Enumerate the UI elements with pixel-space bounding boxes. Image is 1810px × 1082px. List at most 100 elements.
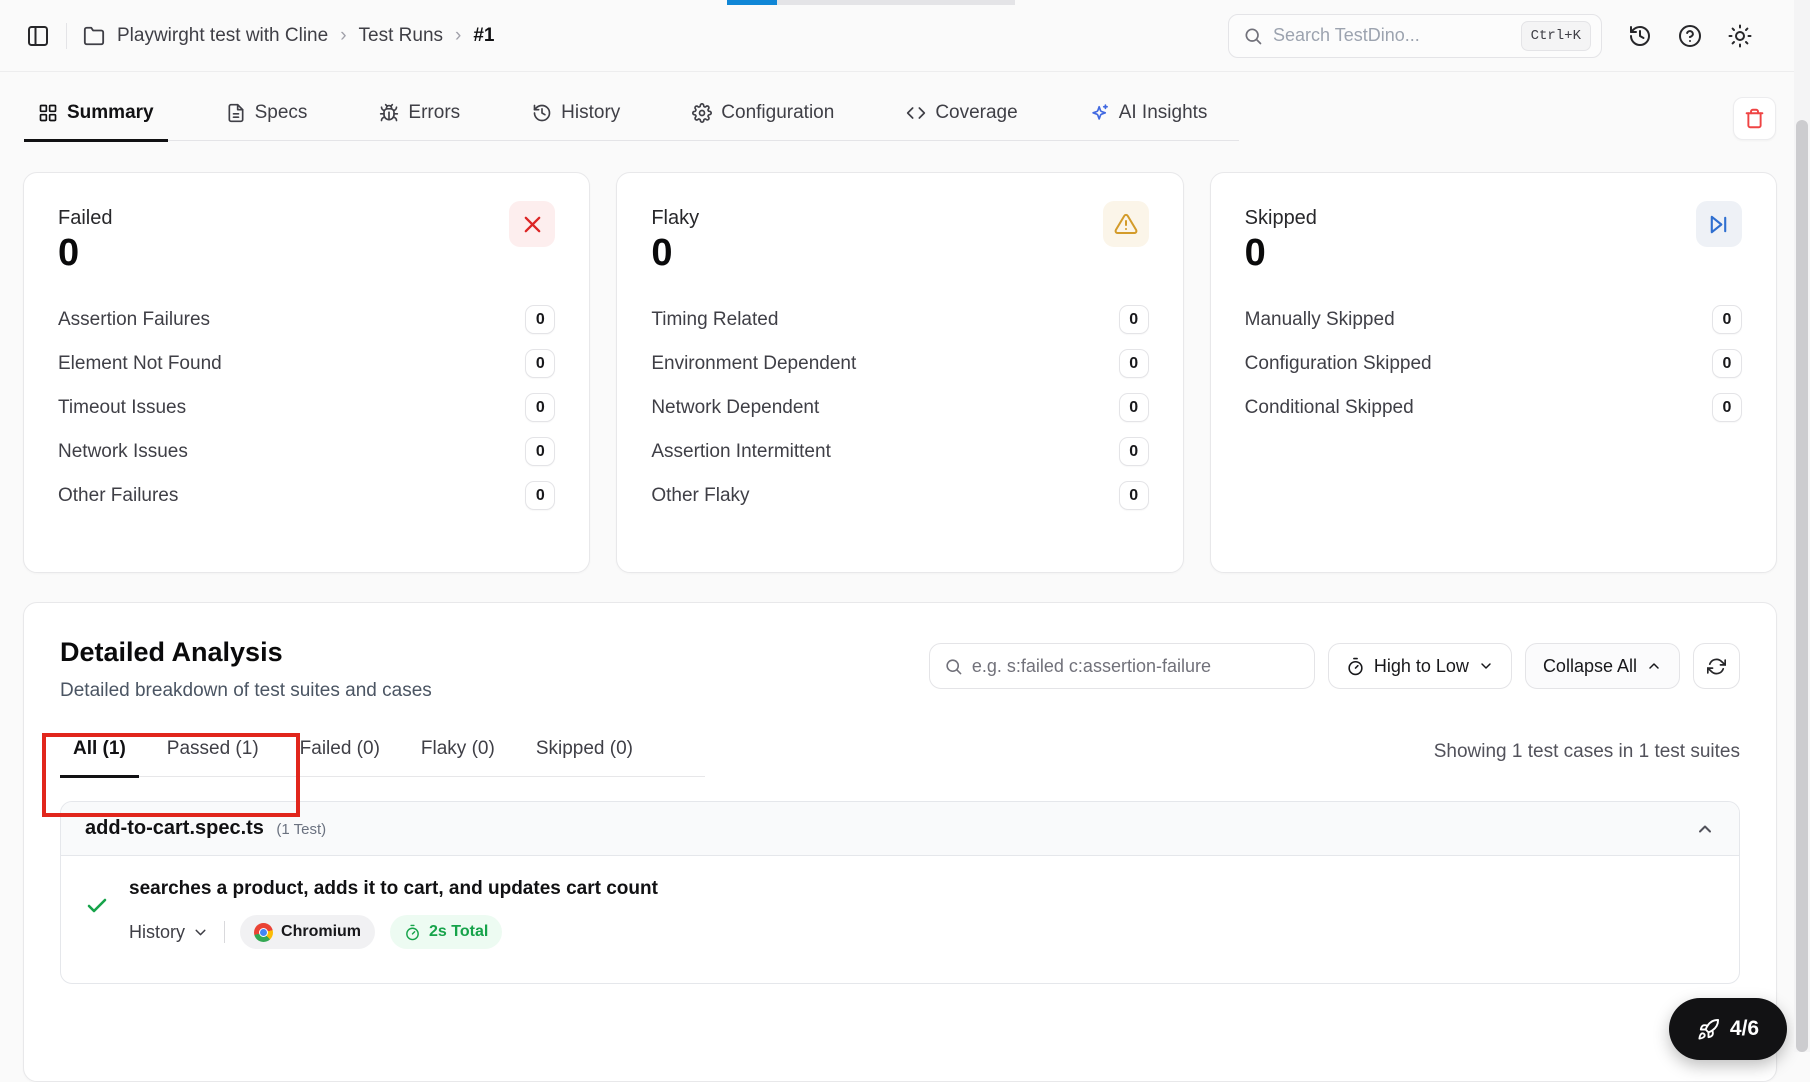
analysis-search-input[interactable] [971,655,1300,677]
history-button[interactable] [1628,24,1652,48]
row-label: Conditional Skipped [1244,396,1414,418]
warning-triangle-icon [1102,201,1149,247]
folder-icon [83,26,105,45]
tab-label: Summary [67,102,154,123]
onboarding-progress-label: 4/6 [1729,1017,1760,1040]
row-label: Timeout Issues [58,396,187,418]
tab-configuration[interactable]: Configuration [678,90,848,140]
chevron-down-icon [195,929,206,935]
row-count-badge: 0 [525,393,556,422]
row-count-badge: 0 [525,481,556,510]
header-divider [66,22,67,49]
tab-summary[interactable]: Summary [24,90,168,142]
row-label: Element Not Found [58,352,222,374]
filter-tab-skipped[interactable]: Skipped (0) [523,728,646,776]
filter-tab-flaky[interactable]: Flaky (0) [408,728,508,776]
row-count-badge: 0 [1118,393,1149,422]
onboarding-progress-pill[interactable]: 4/6 [1669,998,1787,1060]
row-count-badge: 0 [1711,349,1742,378]
sort-dropdown[interactable]: High to Low [1327,643,1512,689]
gear-icon [692,103,713,123]
detailed-analysis-panel: Detailed Analysis Detailed breakdown of … [23,602,1777,1082]
timer-icon [1348,657,1363,675]
failed-card: Failed 0 Assertion Failures 0 Element Not… [23,172,591,573]
breadcrumb: Playwirght test with Cline › Test Runs ›… [83,25,494,47]
row-count-badge: 0 [525,437,556,466]
showing-summary-text: Showing 1 test cases in 1 test suites [1433,741,1740,762]
global-search-input[interactable] [1273,25,1511,46]
suite-header[interactable]: add-to-cart.spec.ts (1 Test) [61,802,1739,856]
breakdown-row: Other Flaky 0 [651,481,1149,510]
failed-card-title: Failed [58,207,113,229]
row-count-badge: 0 [525,305,556,334]
failed-card-count: 0 [58,232,80,274]
collapse-all-button[interactable]: Collapse All [1524,643,1680,689]
refresh-button[interactable] [1693,643,1740,689]
breadcrumb-run-number: #1 [473,24,495,46]
history-clock-icon [533,104,551,122]
flaky-card: Flaky 0 Timing Related 0 Environment Depe… [616,172,1184,573]
tab-ai-insights[interactable]: AI Insights [1076,90,1222,140]
code-icon [907,107,926,119]
test-case-title[interactable]: searches a product, adds it to cart, and… [129,878,658,900]
tab-specs[interactable]: Specs [212,90,322,140]
test-suite-card: add-to-cart.spec.ts (1 Test) searches a … [60,801,1740,984]
breakdown-row: Timing Related 0 [651,305,1149,334]
sort-dropdown-label: High to Low [1373,655,1469,676]
duration-badge: 2s Total [390,915,503,949]
browser-badge: Chromium [240,915,376,949]
row-count-badge: 0 [1118,437,1149,466]
app-header: Playwirght test with Cline › Test Runs ›… [0,0,1794,72]
row-label: Other Flaky [651,484,750,506]
duration-badge-label: 2s Total [429,923,489,940]
panel-subtitle: Detailed breakdown of test suites and ca… [60,680,432,701]
row-count-badge: 0 [1711,393,1742,422]
search-shortcut-badge: Ctrl+K [1520,20,1591,51]
chevron-up-icon[interactable] [1695,819,1715,839]
test-history-dropdown[interactable]: History [129,922,209,943]
timer-icon [406,924,419,940]
breakdown-row: Environment Dependent 0 [651,349,1149,378]
row-count-badge: 0 [1711,305,1742,334]
row-label: Network Dependent [651,396,820,418]
breadcrumb-separator: › [455,24,462,46]
row-count-badge: 0 [1118,305,1149,334]
file-text-icon [228,103,244,123]
suite-test-count: (1 Test) [276,821,327,838]
row-count-badge: 0 [1118,481,1149,510]
grid-icon [39,104,57,122]
breakdown-row: Other Failures 0 [58,481,556,510]
scrollbar-thumb[interactable] [1796,120,1808,1052]
global-search[interactable]: Ctrl+K [1228,13,1602,58]
row-label: Assertion Intermittent [651,440,831,462]
tab-label: Specs [254,102,308,123]
breakdown-row: Element Not Found 0 [58,349,556,378]
delete-run-button[interactable] [1733,97,1776,140]
panel-left-icon [28,25,48,46]
row-count-badge: 0 [525,349,556,378]
tab-coverage[interactable]: Coverage [892,90,1031,140]
scrollbar-track[interactable] [1794,0,1810,1052]
chromium-icon [254,922,274,942]
theme-toggle-button[interactable] [1728,24,1752,48]
filter-tab-all[interactable]: All (1) [60,728,139,778]
filter-tab-passed[interactable]: Passed (1) [154,728,272,776]
panel-title: Detailed Analysis [60,637,283,667]
tab-label: AI Insights [1118,102,1208,123]
tab-label: Coverage [935,102,1018,123]
row-label: Environment Dependent [651,352,857,374]
sidebar-toggle-button[interactable] [26,24,50,48]
tab-history[interactable]: History [518,90,634,140]
skip-forward-icon [1695,201,1742,247]
analysis-search[interactable] [928,643,1315,689]
refresh-icon [1707,658,1726,674]
sun-icon [1728,24,1752,47]
filter-tab-failed[interactable]: Failed (0) [287,728,393,776]
breadcrumb-test-runs[interactable]: Test Runs [359,25,443,47]
browser-badge-label: Chromium [281,923,362,940]
test-history-label: History [129,921,186,942]
help-button[interactable] [1678,24,1702,48]
tab-errors[interactable]: Errors [365,90,474,140]
breakdown-row: Network Dependent 0 [651,393,1149,422]
breadcrumb-project[interactable]: Playwirght test with Cline [117,25,328,47]
